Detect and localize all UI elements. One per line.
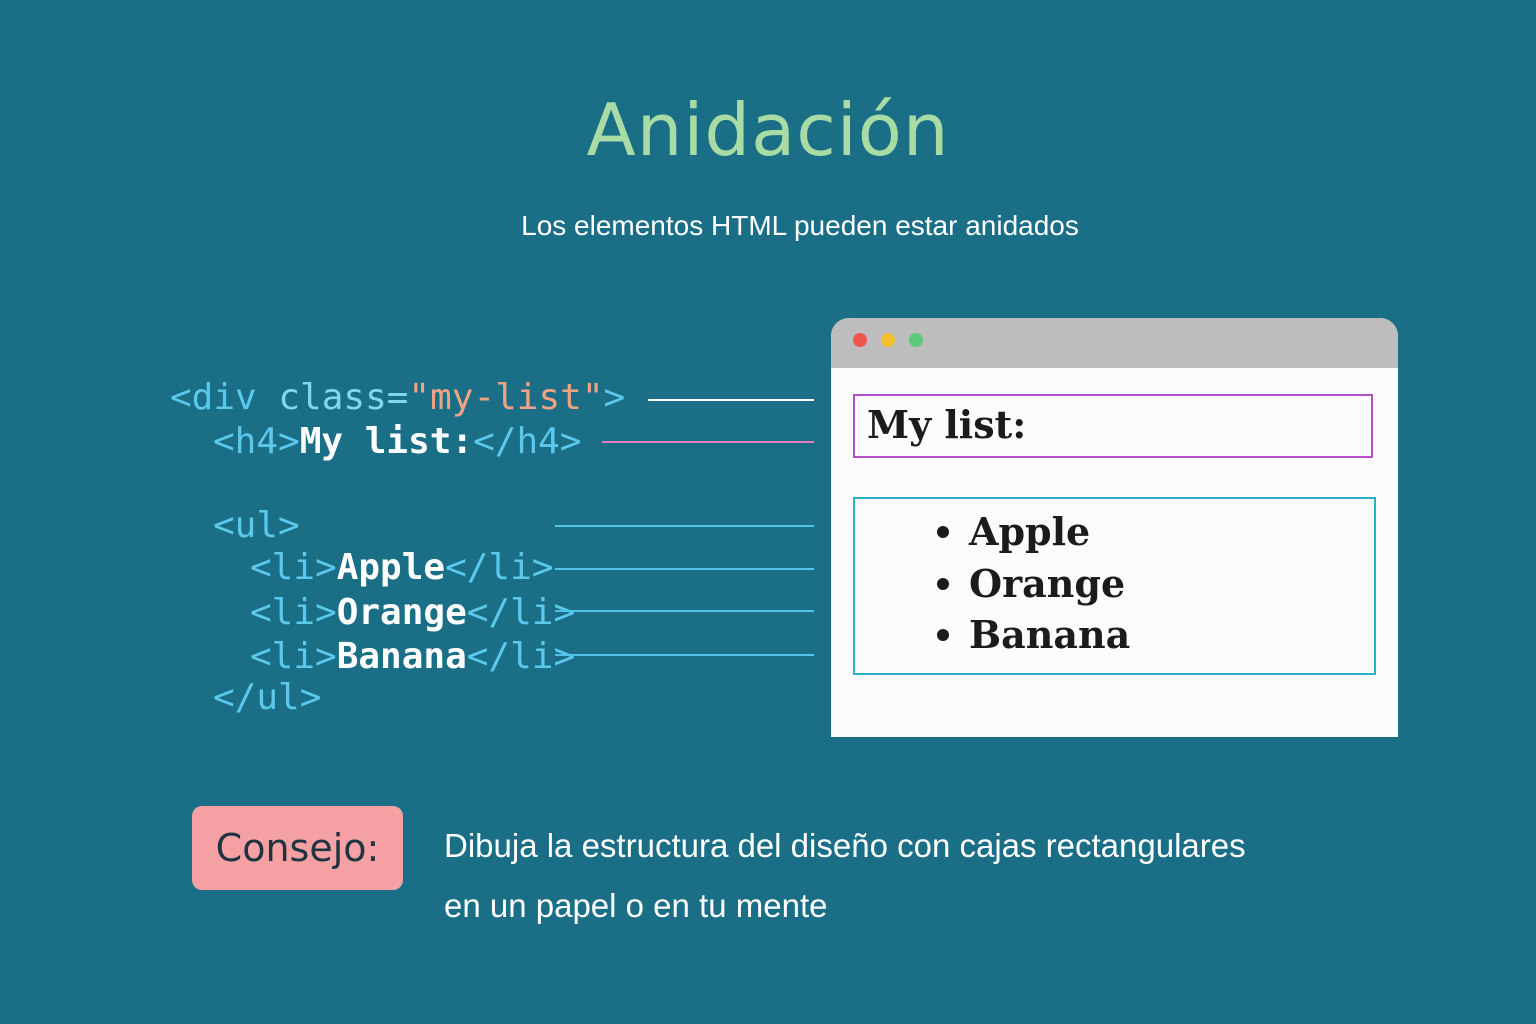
- code-line-li: <li>Banana</li>: [250, 635, 575, 679]
- rendered-list-item-text: Banana: [969, 612, 1131, 657]
- tip-badge: Consejo:: [192, 806, 403, 890]
- li-text: Orange: [336, 592, 467, 633]
- code-line-h4: <h4>My list:</h4>: [213, 420, 581, 464]
- li-close-tag: </li>: [466, 592, 576, 633]
- connector-line-ul: [555, 525, 814, 527]
- h4-close-tag: </h4>: [473, 421, 582, 462]
- bullet-icon: [937, 525, 949, 538]
- ul-open-tag: <ul>: [213, 505, 300, 546]
- div-close-bracket: >: [603, 377, 626, 418]
- li-open-tag: <li>: [250, 592, 337, 633]
- code-line-li: <li>Orange</li>: [250, 591, 575, 635]
- code-line-ul-open: <ul>: [213, 504, 300, 548]
- maximize-dot-icon: [909, 333, 923, 347]
- rendered-list-item-text: Apple: [969, 509, 1091, 554]
- rendered-list-item: Apple: [937, 509, 1090, 554]
- tip-text-line-2: en un papel o en tu mente: [444, 887, 828, 924]
- bullet-icon: [937, 577, 949, 590]
- li-text: Banana: [336, 636, 467, 677]
- code-line-ul-close: </ul>: [213, 676, 321, 720]
- browser-title-bar: [831, 318, 1398, 368]
- li-open-tag: <li>: [250, 547, 337, 588]
- li-text: Apple: [336, 547, 446, 588]
- li-close-tag: </li>: [445, 547, 554, 588]
- code-line-div: <div class="my-list">: [170, 376, 625, 420]
- connector-line-li: [555, 568, 814, 570]
- bullet-icon: [937, 628, 949, 641]
- li-close-tag: </li>: [466, 636, 576, 677]
- li-open-tag: <li>: [250, 636, 337, 677]
- code-line-li: <li>Apple</li>: [250, 546, 553, 590]
- rendered-list-item-text: Orange: [969, 561, 1126, 606]
- code-snippet: <div class="my-list"> <h4>My list:</h4> …: [170, 376, 625, 728]
- minimize-dot-icon: [881, 333, 895, 347]
- close-dot-icon: [853, 333, 867, 347]
- page-title: Anidación: [586, 88, 950, 172]
- h4-text: My list:: [299, 421, 474, 462]
- div-class-attr: class=: [256, 377, 409, 418]
- h4-open-tag: <h4>: [213, 421, 300, 462]
- ul-close-tag: </ul>: [213, 677, 322, 718]
- page-subtitle: Los elementos HTML pueden estar anidados: [521, 210, 1079, 241]
- div-open-tag: <div: [170, 377, 257, 418]
- connector-line-li: [555, 610, 814, 612]
- connector-line-h4: [602, 441, 814, 443]
- rendered-list-item: Orange: [937, 561, 1125, 606]
- connector-line-li: [555, 654, 814, 656]
- rendered-list-item: Banana: [937, 612, 1130, 657]
- connector-line-div: [648, 399, 814, 401]
- browser-window: My list: Apple Orange Banana: [831, 318, 1398, 737]
- h4-outline-box: My list:: [853, 394, 1373, 458]
- rendered-heading: My list:: [867, 402, 1027, 447]
- div-class-value: "my-list": [408, 377, 604, 418]
- tip-text-line-1: Dibuja la estructura del diseño con caja…: [444, 827, 1246, 864]
- tip-label: Consejo:: [215, 826, 380, 870]
- ul-outline-box: Apple Orange Banana: [853, 497, 1376, 675]
